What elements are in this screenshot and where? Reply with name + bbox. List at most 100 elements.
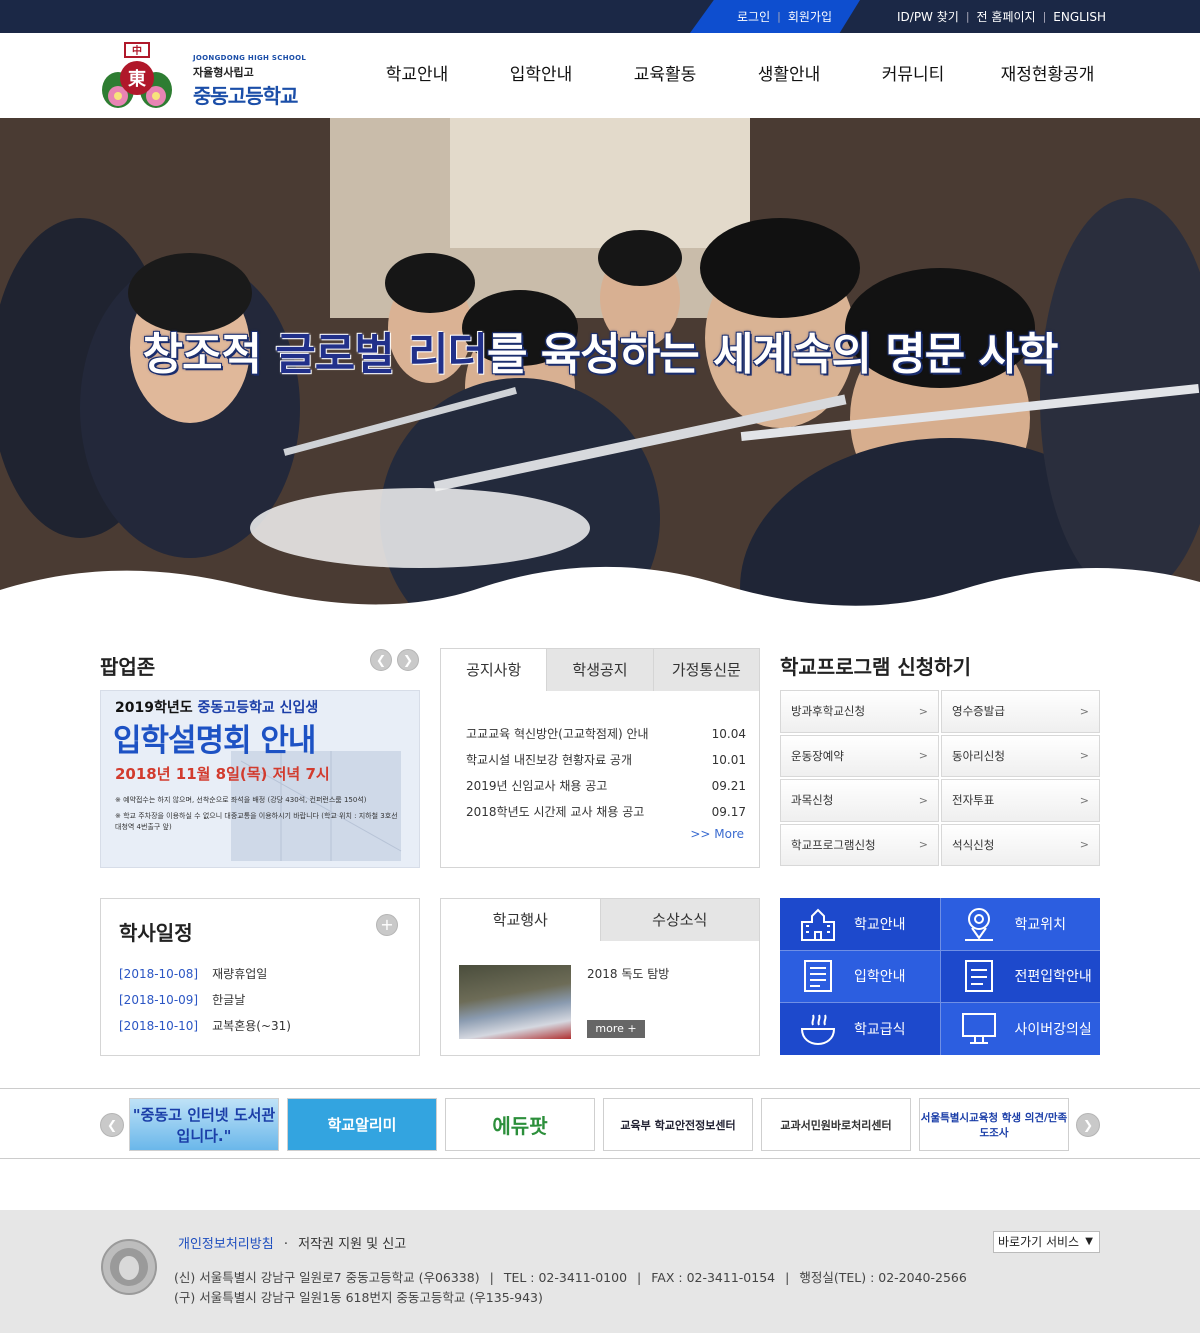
chevron-right-icon: > xyxy=(1079,704,1089,718)
program-club[interactable]: 동아리신청 > xyxy=(941,734,1100,777)
list-item[interactable]: 2019년 신임교사 채용 공고 09.21 xyxy=(466,773,746,799)
quick-location[interactable]: 학교위치 xyxy=(940,898,1100,950)
tab-school-events[interactable]: 학교행사 xyxy=(441,899,600,941)
footer-links: 개인정보처리방침 · 저작권 지원 및 신고 xyxy=(178,1237,407,1252)
banner-seoul-survey[interactable]: 서울특별시교육청 학생 의견/만족도조사 xyxy=(919,1098,1069,1151)
chevron-right-icon: > xyxy=(918,793,928,807)
monitor-icon xyxy=(957,1011,1001,1047)
logo-english-name: JOONGDONG HIGH SCHOOL xyxy=(193,54,307,62)
school-logo[interactable]: 東 中 JOONGDONG HIGH SCHOOL 자율형사립고 중동고등학교 xyxy=(100,40,315,112)
footer-address: (신) 서울특별시 강남구 일원로7 중동고등학교 (우06338) | TEL :… xyxy=(174,1268,967,1308)
popup-zone-title: 팝업존 xyxy=(100,655,156,679)
program-school-program[interactable]: 학교프로그램신청 > xyxy=(780,823,939,866)
program-title: 학교프로그램 신청하기 xyxy=(780,655,971,679)
hero-banner: 창조적 글로벌 리더를 육성하는 세계속의 명문 사학 xyxy=(0,118,1200,620)
login-link[interactable]: 로그인 xyxy=(737,8,770,25)
schedule-list: [2018-10-08] 재량휴업일 [2018-10-09] 한글날 [2018-… xyxy=(119,961,291,1039)
quick-cyber-class[interactable]: 사이버강의실 xyxy=(940,1003,1100,1055)
quick-transfer[interactable]: 전편입학안내 xyxy=(940,950,1100,1003)
nav-admission[interactable]: 입학안내 xyxy=(479,33,603,118)
top-utility-bar: 로그인 | 회원가입 ID/PW 찾기 | 전 홈페이지 | ENGLISH xyxy=(0,0,1200,33)
schedule-title: 학사일정 xyxy=(119,921,193,945)
chevron-right-icon: > xyxy=(1079,838,1089,852)
member-links: 로그인 | 회원가입 xyxy=(737,8,833,25)
document-list-icon xyxy=(796,958,840,994)
banner-next-button[interactable]: ❯ xyxy=(1076,1113,1100,1137)
shortcut-select[interactable]: 바로가기 서비스 ▼ xyxy=(993,1231,1100,1253)
banner-textbook-center[interactable]: 교과서민원바로처리센터 xyxy=(761,1098,911,1151)
address-line-2: (구) 서울특별시 강남구 일원1동 618번지 중동고등학교 (우135-94… xyxy=(174,1290,543,1305)
svg-text:中: 中 xyxy=(132,44,142,57)
list-item[interactable]: [2018-10-08] 재량휴업일 xyxy=(119,961,291,987)
event-title[interactable]: 2018 독도 탐방 xyxy=(587,965,669,982)
hero-slogan: 창조적 글로벌 리더를 육성하는 세계속의 명문 사학 xyxy=(0,318,1200,382)
program-grid: 방과후학교신청 > 영수증발급 > 운동장예약 > 동아리신청 > 과목신청 > 전자투표… xyxy=(780,690,1100,866)
school-building-icon xyxy=(796,906,840,942)
list-item[interactable]: [2018-10-10] 교복혼용(~31) xyxy=(119,1013,291,1039)
related-sites-banner: ❮ "중동고 인터넷 도서관입니다." 학교알리미 에듀팟 교육부 학교안전정보… xyxy=(0,1088,1200,1159)
copyright-link[interactable]: 저작권 지원 및 신고 xyxy=(298,1237,406,1252)
popup-line-2: 입학설명회 안내 xyxy=(113,723,316,759)
event-tabs: 학교행사 수상소식 xyxy=(441,899,759,941)
nav-community[interactable]: 커뮤니티 xyxy=(851,33,975,118)
program-receipt[interactable]: 영수증발급 > xyxy=(941,690,1100,733)
popup-note-1: ※ 예약접수는 하지 않으며, 선착순으로 좌석을 배정 (강당 430석, 컨… xyxy=(115,796,367,804)
list-item[interactable]: 고교교육 혁신방안(고교학점제) 안내 10.04 xyxy=(466,721,746,747)
banner-library[interactable]: "중동고 인터넷 도서관입니다." xyxy=(129,1098,279,1151)
chevron-right-icon: > xyxy=(918,749,928,763)
main-navigation: 학교안내 입학안내 교육활동 생활안내 커뮤니티 재정현황공개 xyxy=(355,33,1120,118)
popup-note-2: ※ 학교 주차장을 이용하실 수 없으니 대중교통을 이용하시기 바랍니다 (학… xyxy=(115,812,398,831)
logo-school-name: 중동고등학교 xyxy=(193,84,298,108)
banner-school-info[interactable]: 학교알리미 xyxy=(287,1098,437,1151)
list-item[interactable]: 2018학년도 시간제 교사 채용 공고 09.17 xyxy=(466,799,746,825)
list-item[interactable]: [2018-10-09] 한글날 xyxy=(119,987,291,1013)
nav-student-life[interactable]: 생활안내 xyxy=(727,33,851,118)
nav-finance[interactable]: 재정현황공개 xyxy=(975,33,1120,118)
banner-edupot[interactable]: 에듀팟 xyxy=(445,1098,595,1151)
program-dinner[interactable]: 석식신청 > xyxy=(941,823,1100,866)
site-header: 東 中 JOONGDONG HIGH SCHOOL 자율형사립고 중동고등학교 … xyxy=(0,33,1200,118)
notice-board: 공지사항 학생공지 가정통신문 고교교육 혁신방안(고교학점제) 안내 10.04… xyxy=(440,648,760,868)
quick-school-info[interactable]: 학교안내 xyxy=(780,898,940,950)
privacy-policy-link[interactable]: 개인정보처리방침 xyxy=(178,1237,274,1252)
quick-links: 학교안내 학교위치 입학안내 전편입학안내 학교급식 사이버강의실 xyxy=(780,898,1100,1055)
slogan-part-2: 를 육성하는 세계속의 명문 사학 xyxy=(486,329,1059,380)
quick-admission[interactable]: 입학안내 xyxy=(780,950,940,1003)
program-after-school[interactable]: 방과후학교신청 > xyxy=(780,690,939,733)
popup-prev-button[interactable]: ❮ xyxy=(370,649,392,671)
nav-education[interactable]: 교육활동 xyxy=(603,33,727,118)
banner-school-safety[interactable]: 교육부 학교안전정보센터 xyxy=(603,1098,753,1151)
plus-icon[interactable]: + xyxy=(376,914,398,936)
nav-school-info[interactable]: 학교안내 xyxy=(355,33,479,118)
notice-tabs: 공지사항 학생공지 가정통신문 xyxy=(441,649,759,691)
program-field-reservation[interactable]: 운동장예약 > xyxy=(780,734,939,777)
event-thumbnail[interactable] xyxy=(459,965,571,1039)
svg-text:東: 東 xyxy=(128,68,146,90)
popup-notes: ※ 예약접수는 하지 않으며, 선착순으로 좌석을 배정 (강당 430석, 컨… xyxy=(115,795,405,833)
english-link[interactable]: ENGLISH xyxy=(1053,10,1106,24)
tab-newsletter[interactable]: 가정통신문 xyxy=(652,649,759,691)
list-item[interactable]: 학교시설 내진보강 현황자료 공개 10.01 xyxy=(466,747,746,773)
join-link[interactable]: 회원가입 xyxy=(788,8,832,25)
notice-more-link[interactable]: >> More xyxy=(690,827,744,841)
school-emblem-icon: 東 中 xyxy=(102,42,172,108)
document-icon xyxy=(957,958,1001,994)
tab-notice[interactable]: 공지사항 xyxy=(441,649,547,691)
program-subject[interactable]: 과목신청 > xyxy=(780,779,939,822)
map-pin-icon xyxy=(957,906,1001,942)
quick-meal[interactable]: 학교급식 xyxy=(780,1003,940,1055)
caret-down-icon: ▼ xyxy=(1085,1236,1093,1247)
event-more-button[interactable]: more + xyxy=(587,1020,645,1038)
old-site-link[interactable]: 전 홈페이지 xyxy=(977,8,1036,25)
program-e-vote[interactable]: 전자투표 > xyxy=(941,779,1100,822)
popup-next-button[interactable]: ❯ xyxy=(397,649,419,671)
popup-line-1: 2019학년도 중동고등학교 신입생 xyxy=(115,700,319,716)
academic-schedule: 학사일정 + [2018-10-08] 재량휴업일 [2018-10-09] 한글날… xyxy=(100,898,420,1056)
banner-prev-button[interactable]: ❮ xyxy=(100,1113,124,1137)
tab-student-notice[interactable]: 학생공지 xyxy=(546,649,653,691)
find-idpw-link[interactable]: ID/PW 찾기 xyxy=(897,8,959,25)
tab-awards[interactable]: 수상소식 xyxy=(599,899,759,941)
slogan-part-1: 창조적 xyxy=(142,329,276,380)
popup-banner-image[interactable]: 2019학년도 중동고등학교 신입생 입학설명회 안내 2018년 11월 8일… xyxy=(100,690,420,868)
slogan-accent: 글로벌 리더 xyxy=(275,329,488,380)
